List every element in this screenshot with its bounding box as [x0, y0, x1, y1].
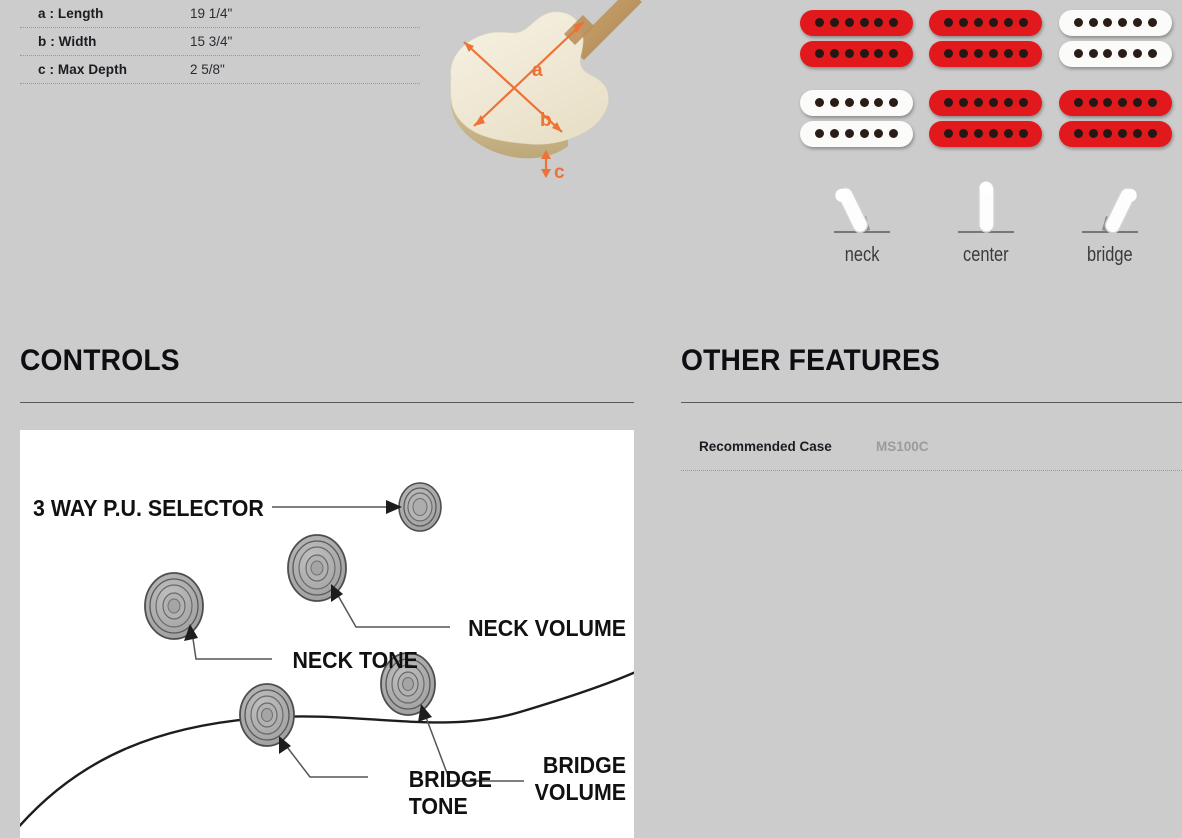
- controls-section-heading: CONTROLS: [20, 344, 180, 377]
- callout-c: c: [554, 162, 565, 183]
- pickup-coil-bottom: [800, 120, 914, 147]
- pickup-coil-top: [800, 89, 914, 116]
- label-bridge-volume-line2: VOLUME: [535, 779, 626, 805]
- body-outline-curve: [20, 671, 634, 828]
- pickup-humbucker: [929, 87, 1043, 149]
- feature-value: MS100C: [876, 439, 929, 454]
- feature-label: Recommended Case: [699, 439, 832, 454]
- pickup-configuration-grid: [800, 2, 1172, 154]
- callout-a: a: [532, 60, 543, 81]
- guitar-body-3d-diagram: a b c: [442, 0, 642, 190]
- switch-position-neck: neck: [800, 170, 924, 267]
- pickup-coil-bottom: [1058, 40, 1172, 67]
- label-3way-selector: 3 WAY P.U. SELECTOR: [33, 495, 264, 521]
- pickup-selector-positions: neck center bridge: [800, 170, 1172, 267]
- controls-section-divider: [20, 402, 634, 403]
- label-bridge-tone-line2: TONE: [409, 793, 468, 819]
- leader-neck-volume: [335, 591, 450, 628]
- switch-position-center: center: [924, 170, 1048, 267]
- label-bridge-volume-line1: BRIDGE: [543, 752, 626, 778]
- knob-neck-tone: [144, 572, 204, 640]
- callout-b: b: [540, 110, 552, 131]
- table-row: Recommended Case MS100C: [681, 425, 1182, 472]
- leader-neck-tone: [191, 631, 272, 660]
- switch-lever-neck-icon: [834, 186, 890, 234]
- dimension-value: 19 1/4": [190, 6, 233, 21]
- dimension-label: c : Max Depth: [38, 62, 128, 77]
- pickup-coil-bottom: [800, 40, 914, 67]
- table-row: c : Max Depth 2 5/8": [20, 56, 420, 84]
- dimension-label: a : Length: [38, 6, 104, 21]
- label-bridge-tone-line1: BRIDGE: [409, 766, 492, 792]
- pickup-coil-top: [929, 89, 1043, 116]
- pickup-coil-bottom: [929, 40, 1043, 67]
- pickup-humbucker: [800, 7, 914, 69]
- other-features-section-heading: OTHER FEATURES: [681, 344, 941, 377]
- pickup-coil-top: [929, 9, 1043, 36]
- pickup-coil-top: [1058, 9, 1172, 36]
- switch-label: center: [963, 244, 1009, 266]
- table-row: a : Length 19 1/4": [20, 0, 420, 28]
- dimension-value: 15 3/4": [190, 34, 233, 49]
- switch-label: neck: [844, 244, 880, 266]
- other-features-table: Recommended Case MS100C: [681, 425, 1182, 472]
- pickup-coil-top: [800, 9, 914, 36]
- leader-bridge-tone: [283, 742, 368, 778]
- pickup-coil-top: [1058, 89, 1172, 116]
- pickup-humbucker: [1058, 7, 1172, 69]
- pickup-coil-bottom: [1058, 120, 1172, 147]
- knob-bridge-tone: [239, 683, 295, 747]
- controls-layout-diagram: 3 WAY P.U. SELECTOR NECK VOLUME NECK TON…: [20, 430, 634, 838]
- dimension-value: 2 5/8": [190, 62, 225, 77]
- knob-3way-selector: [398, 482, 442, 532]
- switch-lever-center-icon: [958, 181, 1014, 233]
- spec-sheet-page: a : Length 19 1/4" b : Width 15 3/4" c :…: [0, 0, 1182, 838]
- pickup-humbucker: [800, 87, 914, 149]
- switch-position-bridge: bridge: [1048, 170, 1172, 267]
- pickup-humbucker: [1058, 87, 1172, 149]
- dimensions-table: a : Length 19 1/4" b : Width 15 3/4" c :…: [20, 0, 420, 84]
- pickup-humbucker: [929, 7, 1043, 69]
- switch-label: bridge: [1087, 244, 1133, 266]
- other-features-section-divider: [681, 402, 1182, 403]
- table-row: b : Width 15 3/4": [20, 28, 420, 56]
- dimension-label: b : Width: [38, 34, 97, 49]
- pickup-coil-bottom: [929, 120, 1043, 147]
- label-neck-volume: NECK VOLUME: [468, 615, 626, 641]
- label-neck-tone: NECK TONE: [292, 647, 417, 673]
- switch-lever-bridge-icon: [1082, 187, 1138, 234]
